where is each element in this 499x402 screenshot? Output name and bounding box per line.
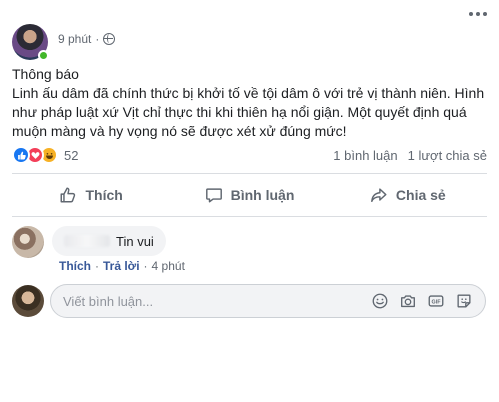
comment-icon [205,188,222,203]
comment-text: Tin vui [116,233,154,249]
like-icon [12,146,30,164]
comment-separator: · [95,259,99,273]
commenter-avatar[interactable] [12,226,44,258]
comment-composer: Viết bình luận... GIF [12,284,486,318]
more-options-button[interactable] [469,12,487,16]
like-button[interactable]: Thích [12,178,170,212]
comment-count[interactable]: 1 bình luận [333,148,397,163]
post-header: 9 phút · [12,24,116,61]
share-icon [370,188,387,203]
post-meta: 9 phút · [58,32,116,46]
divider [12,173,487,174]
commenter-name-blurred[interactable] [64,235,110,247]
comment-reply-link[interactable]: Trả lời [103,259,140,273]
thumbs-up-icon [61,187,76,203]
author-avatar[interactable] [12,24,49,61]
reactions-summary[interactable]: 52 [12,146,78,164]
globe-icon[interactable] [103,33,116,45]
more-dot-icon [483,12,487,16]
comment-actions: Thích · Trả lời · 4 phút [59,259,185,273]
current-user-avatar [12,285,44,317]
meta-separator: · [95,32,100,46]
more-dot-icon [469,12,473,16]
comment-input-placeholder: Viết bình luận... [63,293,154,309]
comment-timestamp[interactable]: 4 phút [152,259,185,273]
more-dot-icon [476,12,480,16]
post-line: như pháp luật xứ Vịt chỉ thực thi khi th… [12,104,467,120]
post-line: muộn màng và hy vọng nó sẽ được xét xử đ… [12,123,347,139]
post-timestamp[interactable]: 9 phút [58,32,91,46]
comment-like-link[interactable]: Thích [59,259,91,273]
svg-text:GIF: GIF [432,299,442,305]
comment-separator: · [143,259,148,273]
comment-label: Bình luận [230,187,295,203]
share-button[interactable]: Chia sẻ [329,178,487,212]
camera-icon[interactable] [399,292,417,310]
comment-input[interactable]: Viết bình luận... GIF [50,284,486,318]
post-actions: Thích Bình luận Chia sẻ [12,178,487,212]
sticker-icon[interactable] [455,292,473,310]
post-body: Thông báo Linh ấu dâm đã chính thức bị k… [12,65,490,141]
post-line: Linh ấu dâm đã chính thức bị khởi tố về … [12,85,485,101]
emoji-icon[interactable] [371,292,389,310]
divider [12,216,487,217]
post-title: Thông báo [12,66,79,82]
share-label: Chia sẻ [395,187,446,203]
comment-item: Tin vui [12,226,166,258]
gif-icon[interactable]: GIF [427,292,445,310]
share-count[interactable]: 1 lượt chia sẻ [408,148,487,163]
reaction-count: 52 [64,147,79,163]
like-label: Thích [85,187,123,203]
comment-bubble: Tin vui [52,226,166,256]
comment-button[interactable]: Bình luận [170,178,328,212]
online-status-icon [38,50,49,61]
post-stats: 52 1 bình luận 1 lượt chia sẻ [12,145,487,165]
